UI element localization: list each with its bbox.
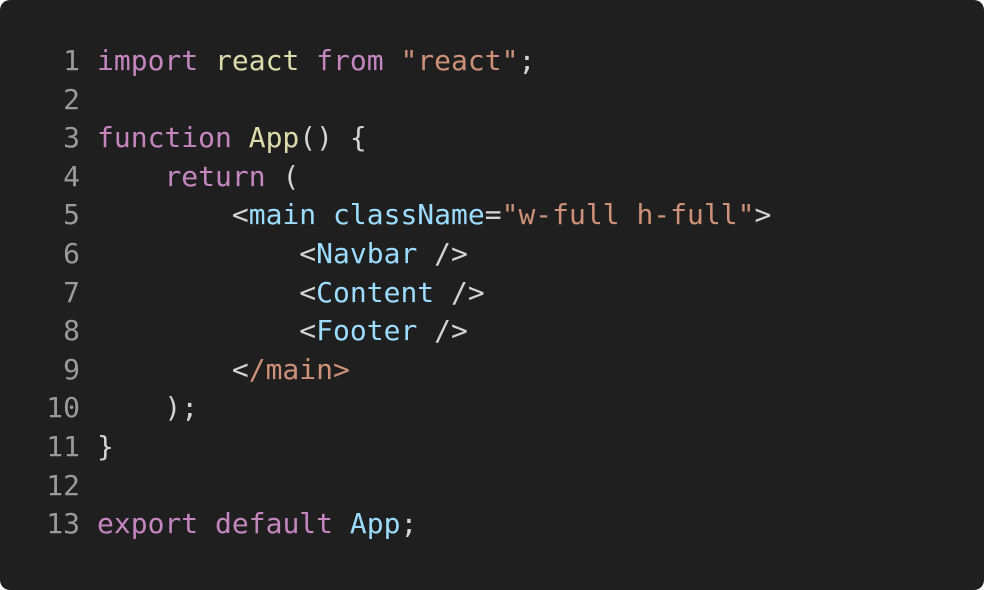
- code-token-identifier: react: [215, 44, 300, 77]
- line-number: 5: [63, 198, 80, 232]
- code-token-punct: }: [97, 429, 114, 463]
- code-token-punct: ;: [400, 507, 418, 541]
- code-line[interactable]: 11}: [0, 428, 984, 467]
- code-line[interactable]: 10 );: [0, 389, 984, 428]
- code-token-punct: (: [265, 159, 300, 193]
- code-token-keyword: import: [97, 44, 199, 77]
- line-number: 4: [63, 159, 80, 193]
- code-line[interactable]: 9 </main>: [0, 351, 984, 390]
- code-token-tag: Content: [316, 275, 435, 309]
- code-token-punct: [198, 44, 215, 77]
- code-text[interactable]: <Footer />: [97, 312, 468, 351]
- code-token-punct: <: [97, 198, 249, 232]
- code-line[interactable]: 12: [0, 467, 984, 506]
- code-token-string: "react": [400, 44, 519, 77]
- line-number: 1: [63, 44, 80, 77]
- line-number: 7: [63, 275, 80, 309]
- line-number: 10: [46, 391, 80, 425]
- code-token-punct: );: [97, 391, 199, 425]
- code-text[interactable]: );: [97, 389, 198, 428]
- code-token-punct: =: [484, 198, 502, 232]
- line-number: 8: [63, 314, 80, 348]
- code-token-punct: [232, 121, 249, 154]
- code-token-punct: () {: [299, 121, 367, 155]
- code-token-keyword: export: [97, 507, 199, 541]
- code-token-tag: Navbar: [316, 236, 418, 270]
- line-number: 3: [63, 121, 80, 155]
- code-line[interactable]: 8 <Footer />: [0, 312, 984, 351]
- code-line[interactable]: 7 <Content />: [0, 274, 984, 313]
- code-line[interactable]: 1 import react from "react";: [0, 42, 984, 81]
- code-token-string: "w-full h-full": [501, 198, 755, 232]
- code-text[interactable]: </main>: [97, 351, 350, 390]
- code-token-keyword: default: [215, 507, 334, 541]
- line-number: 11: [46, 429, 80, 463]
- code-token-punct: <: [97, 314, 317, 348]
- code-token-punct: [333, 507, 350, 540]
- code-token-punct: />: [417, 236, 468, 270]
- code-token-punct: <: [97, 236, 317, 270]
- code-text[interactable]: export default App;: [97, 505, 417, 544]
- code-line[interactable]: 3 function App() {: [0, 119, 984, 158]
- code-token-keyword: return: [164, 159, 266, 193]
- line-number: 2: [63, 82, 80, 116]
- code-token-punct: >: [754, 198, 772, 232]
- code-token-punct: <: [97, 352, 249, 386]
- code-token-keyword: function: [97, 121, 232, 155]
- line-number: 13: [46, 507, 80, 541]
- code-line[interactable]: 5 <main className="w-full h-full">: [0, 196, 984, 235]
- code-token-punct: <: [97, 275, 317, 309]
- code-line[interactable]: 13 export default App;: [0, 505, 984, 544]
- code-text[interactable]: <Content />: [97, 274, 485, 313]
- code-token-punct: [299, 44, 316, 77]
- line-number: 6: [63, 236, 80, 270]
- code-text[interactable]: <Navbar />: [97, 235, 468, 274]
- code-token-tag: App: [349, 507, 401, 541]
- code-token-tag: className: [333, 198, 485, 232]
- code-token-punct: />: [434, 275, 485, 309]
- code-token-punct: [316, 198, 333, 231]
- code-token-punct: [384, 44, 401, 77]
- code-token-punct: [198, 507, 215, 540]
- code-line[interactable]: 4 return (: [0, 158, 984, 197]
- code-token-string: /main>: [248, 352, 350, 386]
- code-token-keyword: from: [316, 44, 384, 77]
- code-token-identifier: App: [248, 121, 300, 155]
- code-token-punct: />: [417, 314, 468, 348]
- code-text[interactable]: import react from "react";: [97, 42, 535, 81]
- code-token-tag: Footer: [316, 314, 418, 348]
- code-token-punct: [97, 160, 164, 193]
- code-text[interactable]: return (: [97, 158, 299, 197]
- code-line[interactable]: 6 <Navbar />: [0, 235, 984, 274]
- code-text[interactable]: }: [97, 428, 114, 467]
- line-number: 12: [46, 468, 80, 502]
- code-text[interactable]: <main className="w-full h-full">: [97, 196, 771, 235]
- code-line[interactable]: 2: [0, 81, 984, 120]
- code-text[interactable]: function App() {: [97, 119, 367, 158]
- code-token-tag: main: [248, 198, 317, 232]
- code-token-punct: ;: [518, 44, 536, 77]
- code-editor[interactable]: 1 import react from "react"; 2 3 function Ap…: [0, 0, 984, 590]
- line-number: 9: [63, 352, 80, 386]
